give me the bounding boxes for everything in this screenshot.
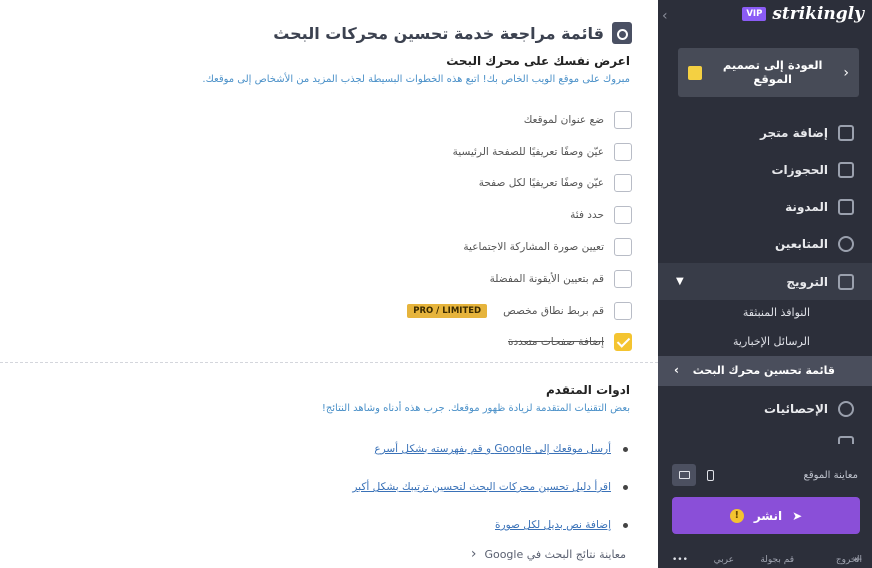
checklist-item[interactable]: عيّن وصفًا تعريفيًا للصفحة الرئيسية [272,136,632,168]
list-item: اقرأ دليل تحسين محركات البحث لتحسين ترتي… [298,468,628,506]
submit-google-link[interactable]: أرسل موقعك إلى Google و قم بفهرسته بشكل … [374,443,611,455]
checklist-item[interactable]: تعيين صورة المشاركة الاجتماعية [272,231,632,263]
tour-link[interactable]: قم بجولة [760,555,794,565]
checkbox[interactable] [614,238,632,257]
strikingly-logo[interactable]: VIP strikingly [742,4,864,24]
preview-device-row: معاينة الموقع [658,461,872,489]
sidebar-item-bookings[interactable]: الحجوزات [658,151,872,188]
checkbox[interactable] [614,301,632,320]
bullet-icon [623,484,628,490]
sidebar-subitem-seo-checklist[interactable]: قائمة تحسين محرك البحث › [658,356,872,386]
exit-label: الخروج [835,555,862,565]
chevron-left-icon: ‹ [470,546,477,562]
page-title-row: قائمة مراجعة خدمة تحسين محركات البحث [273,22,632,44]
checklist-item[interactable]: عيّن وصفًا تعريفيًا لكل صفحة [272,168,632,200]
sidebar-item-promote[interactable]: الترويج ▼ [658,263,872,300]
sidebar-item-label: المتابعين [774,236,828,251]
pen-icon [838,198,854,215]
vip-badge: VIP [742,7,767,21]
list-item: أرسل موقعك إلى Google و قم بفهرسته بشكل … [298,430,628,468]
checkbox[interactable] [614,174,632,193]
sidebar-item-label: المدونة [785,199,828,214]
google-preview-toggle[interactable]: معاينة نتائج البحث في Google ‹ [471,547,626,561]
checklist-item[interactable]: ضع عنوان لموقعك [272,104,632,136]
checklist-item-label: حدد فئة [570,209,604,222]
publish-button[interactable]: ➤ انشر ! [672,497,860,534]
checklist-item-label: إضافة صفحات متعددة [508,336,604,349]
stats-icon [838,400,854,417]
section-heading-advanced: ادوات المتقدم [545,383,630,397]
sidebar-subitem-popups[interactable]: النوافذ المنبثقة [658,297,872,327]
sidebar-footer: الخروج ⇤ قم بجولة عربي ••• [658,552,872,568]
checklist-item-label: قم بربط نطاق مخصص [503,304,604,317]
back-to-design-button[interactable]: ‹ العودة إلى تصميم الموقع [678,48,859,97]
desktop-icon [678,471,690,479]
seo-checklist: ضع عنوان لموقعك عيّن وصفًا تعريفيًا للصف… [272,104,632,358]
rocket-icon: ➤ [792,508,803,523]
checklist-item[interactable]: قم بتعيين الأيقونة المفضلة [272,263,632,295]
alt-text-link[interactable]: إضافة نص بديل لكل صورة [495,519,611,531]
bullet-icon [623,446,628,452]
checklist-item-label: عيّن وصفًا تعريفيًا لكل صفحة [478,177,604,190]
calendar-icon [838,161,854,178]
pro-limited-badge: PRO / LIMITED [407,303,488,318]
sidebar-item-followers[interactable]: المتابعين [658,225,872,262]
collapse-sidebar-icon[interactable]: › [662,8,668,24]
google-preview-label: معاينة نتائج البحث في Google [484,547,626,561]
exit-link[interactable]: الخروج ⇤ [836,555,862,565]
language-link[interactable]: عربي [714,555,734,565]
store-icon [838,124,854,141]
checkbox[interactable] [614,142,632,161]
checklist-item[interactable]: قم بربط نطاق مخصص PRO / LIMITED [272,295,632,327]
sidebar-item-blog[interactable]: المدونة [658,188,872,225]
sidebar-subitem-label: قائمة تحسين محرك البحث [692,363,835,377]
checkbox-checked[interactable] [614,333,632,352]
megaphone-icon [838,273,854,290]
editor-sidebar: › VIP strikingly ‹ العودة إلى تصميم المو… [658,0,872,568]
checkbox[interactable] [614,206,632,225]
sidebar-item-partial[interactable] [658,434,872,444]
more-menu-icon[interactable]: ••• [672,555,688,565]
preview-site-label[interactable]: معاينة الموقع [804,470,858,481]
checklist-item-label: ضع عنوان لموقعك [523,113,604,126]
sidebar-item-store[interactable]: إضافة متجر [658,114,872,151]
section-subtitle-search: مبروك على موقع الويب الخاص بك! اتبع هذه … [202,74,630,85]
seo-checklist-panel: قائمة مراجعة خدمة تحسين محركات البحث اعر… [0,0,658,568]
sidebar-item-label: الترويج [786,274,828,289]
app-icon [838,436,854,444]
checklist-item-label: قم بتعيين الأيقونة المفضلة [489,272,604,285]
checkbox[interactable] [614,269,632,288]
sidebar-item-stats[interactable]: الإحصائيات [658,390,872,427]
mobile-icon [706,469,714,481]
section-subtitle-advanced: بعض التقنيات المتقدمة لزيادة ظهور موقعك.… [321,403,630,414]
desktop-preview-button[interactable] [672,464,696,486]
chevron-down-icon: ▼ [676,276,684,287]
design-icon [688,65,702,80]
checklist-item[interactable]: حدد فئة [272,199,632,231]
section-heading-search: اعرض نفسك على محرك البحث [446,54,630,68]
advanced-tools-list: أرسل موقعك إلى Google و قم بفهرسته بشكل … [298,430,628,544]
sidebar-subitem-newsletters[interactable]: الرسائل الإخبارية [658,326,872,356]
checklist-item-label: تعيين صورة المشاركة الاجتماعية [463,241,604,254]
back-to-design-label: العودة إلى تصميم الموقع [722,57,823,86]
chevron-left-icon: › [674,363,679,378]
logo-text: strikingly [772,4,864,24]
warning-icon: ! [729,508,744,523]
page-title: قائمة مراجعة خدمة تحسين محركات البحث [273,23,604,43]
sidebar-item-label: الإحصائيات [764,401,828,416]
chevron-right-icon: ‹ [843,64,849,81]
mobile-preview-button[interactable] [698,464,722,486]
sidebar-item-label: الحجوزات [771,162,828,177]
checklist-item[interactable]: إضافة صفحات متعددة [272,327,632,359]
section-divider [0,362,658,363]
seo-search-icon [612,22,632,44]
bullet-icon [623,522,628,528]
sidebar-item-label: إضافة متجر [760,125,828,140]
checkbox[interactable] [614,110,632,129]
publish-label: انشر [753,508,783,523]
list-item: إضافة نص بديل لكل صورة [298,506,628,544]
seo-guide-link[interactable]: اقرأ دليل تحسين محركات البحث لتحسين ترتي… [352,481,611,493]
followers-icon [838,235,854,252]
checklist-item-label: عيّن وصفًا تعريفيًا للصفحة الرئيسية [452,145,604,158]
